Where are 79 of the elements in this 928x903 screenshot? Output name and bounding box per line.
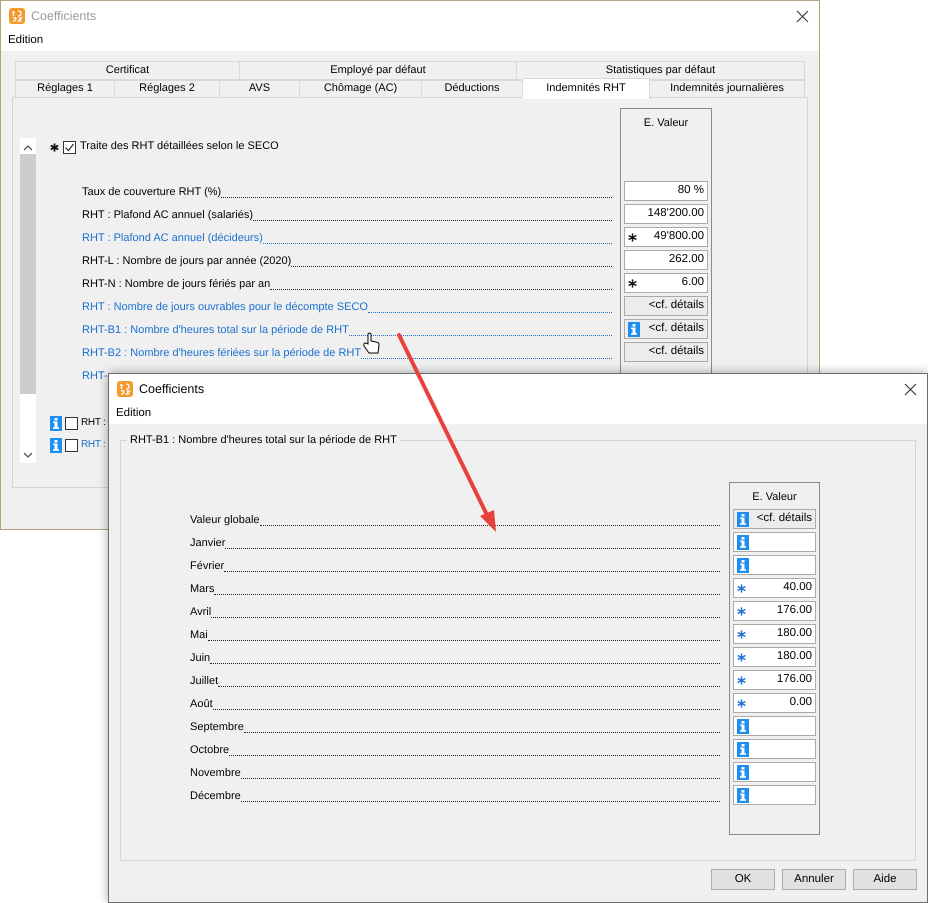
field-label: Mai	[190, 628, 208, 642]
value-field[interactable]	[733, 555, 816, 575]
value-field[interactable]	[733, 716, 816, 736]
field-label: RHT-B1 : Nombre d'heures total sur la période de RHT	[82, 324, 349, 338]
tab[interactable]: Statistiques par défaut	[517, 61, 805, 80]
column-header: E. Valeur	[752, 491, 797, 503]
tab[interactable]: Employé par défaut	[240, 61, 517, 80]
scroll-thumb[interactable]	[20, 154, 36, 394]
value-field[interactable]	[733, 739, 816, 759]
checkbox-label: RHT :	[81, 417, 106, 429]
value-field[interactable]: 262.00	[624, 250, 708, 270]
field-label: Novembre	[190, 766, 241, 780]
details-field[interactable]: <cf. détails	[624, 319, 708, 339]
tab[interactable]: Indemnités journalières	[650, 80, 805, 98]
tab[interactable]: Réglages 2	[115, 80, 220, 98]
check-icon	[64, 142, 75, 152]
field-label: RHT-L : Nombre de jours par année (2020)	[82, 254, 292, 268]
scrollbar[interactable]	[20, 138, 36, 463]
field-label: Mars	[190, 582, 214, 596]
details-field[interactable]: <cf. détails	[733, 509, 816, 529]
details-field[interactable]: <cf. détails	[624, 296, 708, 316]
field-label: Février	[190, 560, 224, 574]
checkbox[interactable]	[65, 438, 78, 452]
field-label: Valeur globale	[190, 514, 260, 528]
close-icon[interactable]	[796, 10, 809, 22]
value-field[interactable]: 80 %	[624, 181, 708, 201]
checkbox-label: Traite des RHT détaillées selon le SECO	[80, 140, 279, 154]
value-field[interactable]: 0.00	[733, 693, 816, 713]
scroll-up-icon[interactable]	[23, 144, 33, 152]
column-header: E. Valeur	[644, 117, 688, 129]
close-icon[interactable]	[904, 382, 917, 396]
value-field[interactable]: 176.00	[733, 601, 816, 621]
group-title: RHT-B1 : Nombre d'heures total sur la période de RHT	[127, 434, 400, 448]
field-label: Avril	[190, 606, 212, 620]
menu-item[interactable]: Edition	[8, 34, 44, 48]
field-label: Octobre	[190, 744, 230, 758]
field-label: RHT-B2 : Nombre d'heures fériées sur la période de RHT	[82, 346, 362, 360]
app-icon	[117, 381, 133, 397]
value-field[interactable]	[733, 785, 816, 805]
hand-cursor-icon	[363, 332, 380, 354]
field-label: Décembre	[190, 790, 241, 804]
tab[interactable]: Certificat	[15, 61, 240, 80]
checkbox[interactable]	[63, 140, 76, 154]
field-label: Janvier	[190, 536, 226, 550]
field-label: RHT : Plafond AC annuel (décideurs)	[82, 232, 263, 246]
field-label: RHT-	[82, 370, 108, 384]
value-field[interactable]	[733, 762, 816, 782]
app-icon	[9, 8, 25, 24]
dialog-button[interactable]: Aide	[853, 869, 917, 890]
field-label: Août	[190, 698, 213, 712]
value-field[interactable]: 180.00	[733, 647, 816, 667]
window-title: Coefficients	[139, 382, 204, 396]
dialog-button[interactable]: Annuler	[782, 869, 846, 890]
field-label: Juillet	[190, 674, 218, 688]
value-field[interactable]: 6.00	[624, 273, 708, 293]
field-label: Septembre	[190, 720, 244, 734]
field-label: RHT : Plafond AC annuel (salariés)	[82, 208, 253, 222]
details-field[interactable]: <cf. détails	[624, 342, 708, 362]
field-label: Taux de couverture RHT (%)	[82, 186, 222, 200]
field-label: RHT-N : Nombre de jours fériés par an	[82, 278, 270, 292]
tab[interactable]: Chômage (AC)	[300, 80, 422, 98]
value-field[interactable]: 49'800.00	[624, 227, 708, 247]
value-field[interactable]: 148'200.00	[624, 204, 708, 224]
checkbox-label: RHT :	[81, 439, 106, 451]
tab[interactable]: Indemnités RHT	[523, 78, 650, 99]
menu-item[interactable]: Edition	[116, 407, 152, 421]
scroll-down-icon[interactable]	[23, 451, 33, 459]
tab[interactable]: Déductions	[422, 80, 523, 98]
value-field[interactable]	[733, 532, 816, 552]
value-field[interactable]: 176.00	[733, 670, 816, 690]
tab[interactable]: AVS	[220, 80, 300, 98]
field-label: Juin	[190, 652, 210, 666]
value-field[interactable]: 180.00	[733, 624, 816, 644]
value-field[interactable]: 40.00	[733, 578, 816, 598]
tab[interactable]: Réglages 1	[15, 80, 115, 98]
window-title: Coefficients	[31, 8, 96, 24]
field-label: RHT : Nombre de jours ouvrables pour le décompte SECO	[82, 300, 368, 314]
dialog-button[interactable]: OK	[711, 869, 775, 890]
checkbox[interactable]	[65, 416, 78, 430]
